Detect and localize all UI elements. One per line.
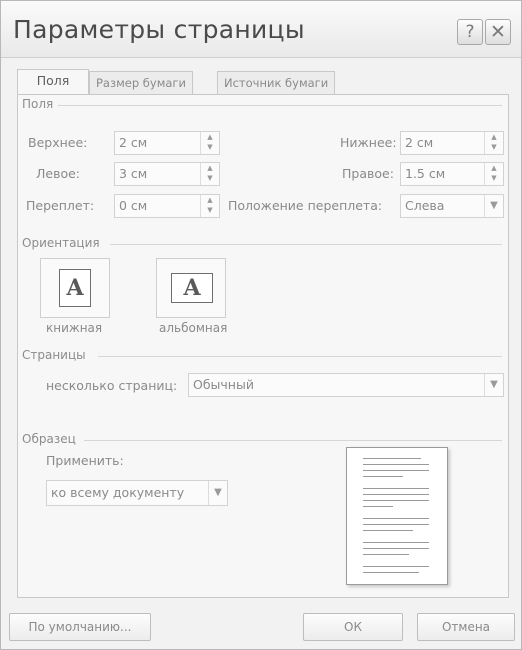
portrait-label: книжная [46, 321, 103, 335]
preview-line [363, 566, 429, 567]
bottom-margin-spinner[interactable]: 2 см ▲ ▼ [400, 131, 504, 155]
cancel-button[interactable]: Отмена [417, 613, 515, 641]
left-margin-label: Левое: [36, 166, 81, 181]
title-bar: Параметры страницы ? ✕ [1, 1, 521, 58]
landscape-button[interactable]: A [156, 258, 226, 318]
spinner-arrows-icon[interactable]: ▲ ▼ [200, 195, 219, 217]
preview-line [363, 458, 421, 459]
preview-line [363, 524, 429, 525]
page-preview [346, 447, 448, 585]
tab-paper-source[interactable]: Источник бумаги [217, 71, 336, 94]
divider [58, 105, 502, 106]
preview-line [363, 572, 419, 573]
gutter-position-label: Положение переплета: [228, 198, 383, 213]
divider [98, 356, 502, 357]
tab-panel: Поля Верхнее: 2 см ▲ ▼ Нижнее: 2 см ▲ ▼ Ле… [17, 94, 509, 598]
top-margin-spinner[interactable]: 2 см ▲ ▼ [114, 131, 220, 155]
preview-line [363, 464, 429, 465]
landscape-label: альбомная [159, 321, 228, 335]
gutter-position-select[interactable]: Слева ▼ [400, 194, 504, 218]
gutter-spinner[interactable]: 0 см ▲ ▼ [114, 194, 220, 218]
bottom-margin-label: Нижнее: [340, 135, 397, 150]
right-margin-spinner[interactable]: 1.5 см ▲ ▼ [400, 162, 504, 186]
gutter-value: 0 см [119, 198, 148, 213]
left-margin-value: 3 см [119, 166, 148, 181]
preview-line [363, 500, 429, 501]
chevron-down-icon[interactable]: ▼ [484, 374, 503, 396]
close-button[interactable]: ✕ [485, 19, 511, 45]
preview-group-label: Образец [22, 432, 76, 446]
preview-line [363, 554, 409, 555]
preview-line [363, 494, 429, 495]
preview-line [363, 548, 429, 549]
ok-button[interactable]: ОК [303, 613, 403, 641]
default-button[interactable]: По умолчанию... [9, 613, 151, 641]
gutter-position-value: Слева [405, 198, 445, 213]
preview-line [363, 518, 429, 519]
preview-line [363, 488, 429, 489]
margins-group-label: Поля [22, 97, 54, 111]
preview-line [363, 542, 429, 543]
preview-line [363, 506, 393, 507]
spinner-arrows-icon[interactable]: ▲ ▼ [200, 163, 219, 185]
page-landscape-icon: A [171, 273, 213, 303]
pages-group-label: Страницы [22, 348, 86, 362]
chevron-down-icon[interactable]: ▼ [484, 195, 503, 217]
top-margin-label: Верхнее: [28, 135, 88, 150]
multiple-pages-label: несколько страниц: [46, 378, 178, 393]
orientation-group-label: Ориентация [22, 236, 100, 250]
spinner-arrows-icon[interactable]: ▲ ▼ [484, 163, 503, 185]
divider [110, 244, 502, 245]
tab-margins[interactable]: Поля [17, 69, 89, 95]
preview-line [363, 470, 429, 471]
right-margin-value: 1.5 см [405, 166, 446, 181]
dialog-title: Параметры страницы [13, 15, 305, 44]
portrait-button[interactable]: A [40, 258, 110, 318]
help-button[interactable]: ? [457, 19, 483, 45]
preview-line [363, 530, 413, 531]
chevron-down-icon[interactable]: ▼ [208, 481, 227, 505]
right-margin-label: Правое: [342, 166, 394, 181]
multiple-pages-value: Обычный [193, 377, 254, 392]
apply-to-select[interactable]: ко всему документу ▼ [46, 480, 228, 506]
spinner-arrows-icon[interactable]: ▲ ▼ [484, 132, 503, 154]
left-margin-spinner[interactable]: 3 см ▲ ▼ [114, 162, 220, 186]
preview-line [363, 476, 403, 477]
bottom-margin-value: 2 см [405, 135, 434, 150]
apply-to-value: ко всему документу [51, 485, 185, 500]
spinner-arrows-icon[interactable]: ▲ ▼ [200, 132, 219, 154]
page-setup-dialog: Параметры страницы ? ✕ Поля Размер бумаг… [0, 0, 522, 650]
top-margin-value: 2 см [119, 135, 148, 150]
divider [84, 440, 502, 441]
tab-strip: Поля Размер бумаги Источник бумаги [17, 69, 507, 95]
multiple-pages-select[interactable]: Обычный ▼ [188, 373, 504, 397]
apply-to-label: Применить: [46, 453, 124, 468]
tab-paper-size[interactable]: Размер бумаги [89, 71, 193, 94]
gutter-label: Переплет: [26, 198, 95, 213]
page-portrait-icon: A [59, 269, 91, 307]
